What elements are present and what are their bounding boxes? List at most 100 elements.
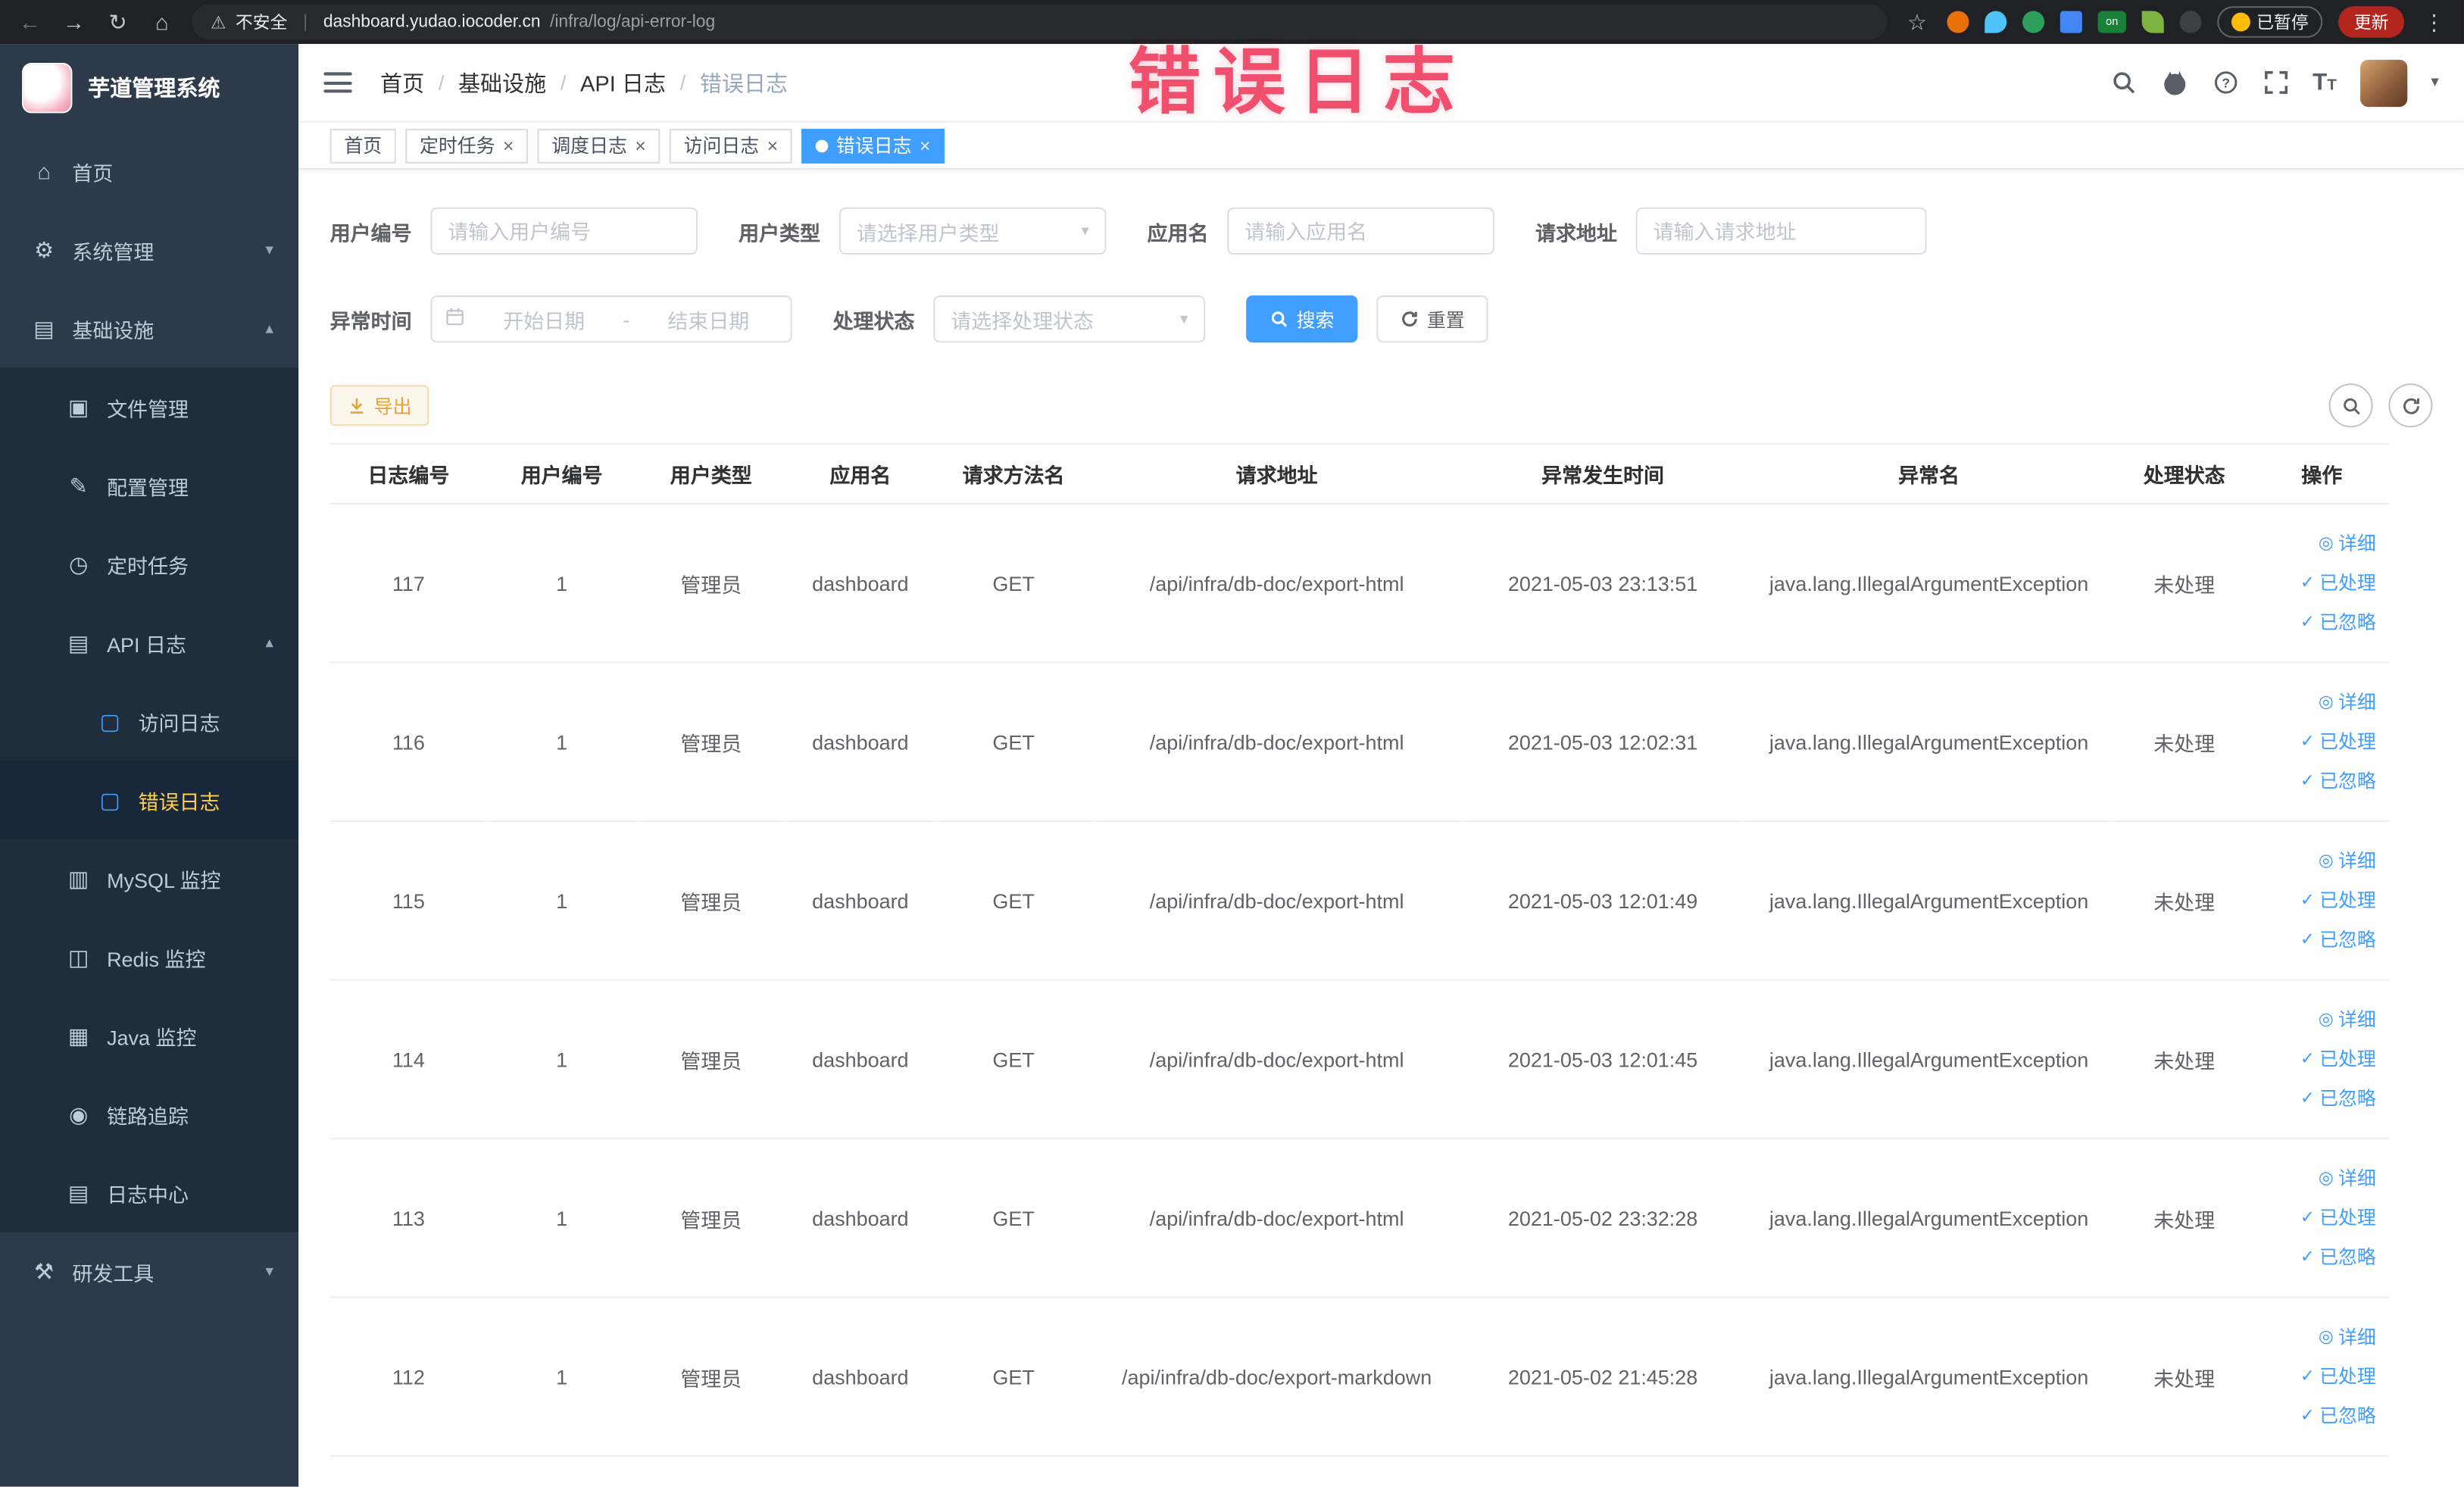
export-button[interactable]: 导出 xyxy=(329,385,429,426)
cell-exception: java.lang.IllegalArgumentException xyxy=(1744,662,2114,823)
cell-status: 未处理 xyxy=(2113,820,2256,981)
cell-time: 2021-05-03 23:13:51 xyxy=(1461,503,1744,664)
tab-0[interactable]: 首页 xyxy=(329,128,396,163)
close-icon[interactable]: × xyxy=(920,136,931,155)
address-bar[interactable]: ⚠ 不安全 | dashboard.yudao.iocoder.cn/infra… xyxy=(192,5,1888,39)
sidebar-item-1[interactable]: ⚙ 系统管理 ▾ xyxy=(0,211,298,289)
action-processed-link[interactable]: ✓ 已处理 xyxy=(2261,1198,2376,1238)
back-icon[interactable]: ← xyxy=(16,9,44,34)
help-icon[interactable]: ? xyxy=(2212,69,2238,95)
close-icon[interactable]: × xyxy=(503,136,514,155)
action-processed-link[interactable]: ✓ 已处理 xyxy=(2261,881,2376,920)
sidebar-item-10[interactable]: ◫ Redis 监控 xyxy=(0,917,299,997)
breadcrumb-separator: / xyxy=(438,70,445,95)
action-detail-link[interactable]: ◎ 详细 xyxy=(2261,524,2376,564)
sidebar-item-3[interactable]: ▣ 文件管理 xyxy=(0,367,299,447)
action-detail-link[interactable]: ◎ 详细 xyxy=(2261,1318,2376,1357)
sidebar-item-6[interactable]: ▤ API 日志 ▴ xyxy=(0,603,299,683)
chrome-menu-icon[interactable]: ⋮ xyxy=(2420,8,2448,35)
action-processed-link[interactable]: ✓ 已处理 xyxy=(2261,722,2376,761)
cell-status: 未处理 xyxy=(2113,662,2256,823)
process-status-select[interactable]: 请选择处理状态 ▾ xyxy=(933,295,1206,343)
extension-icon-paw[interactable] xyxy=(2179,11,2202,33)
extension-icon-orange[interactable] xyxy=(1947,11,1969,33)
home-icon[interactable]: ⌂ xyxy=(148,9,176,34)
tab-4[interactable]: 错误日志 × xyxy=(801,128,945,163)
sidebar-item-12[interactable]: ◉ 链路追踪 xyxy=(0,1075,299,1154)
hamburger-icon[interactable] xyxy=(323,72,352,93)
forward-icon[interactable]: → xyxy=(60,9,88,34)
refresh-button[interactable] xyxy=(2388,383,2433,428)
reload-icon[interactable]: ↻ xyxy=(104,8,132,35)
breadcrumb-item[interactable]: 基础设施 xyxy=(458,67,546,98)
bookmark-star-icon[interactable]: ☆ xyxy=(1903,8,1931,35)
doc-icon: ▢ xyxy=(99,786,120,812)
action-ignored-link[interactable]: ✓ 已忽略 xyxy=(2261,761,2376,801)
font-size-icon[interactable]: TT xyxy=(2313,69,2337,95)
extension-icon-leaf[interactable] xyxy=(2141,11,2164,33)
sidebar-item-label: 定时任务 xyxy=(107,554,189,578)
sidebar-item-9[interactable]: ▥ MySQL 监控 xyxy=(0,839,299,918)
cell-url: /api/infra/db-doc/export-html xyxy=(1091,979,1462,1140)
action-processed-link[interactable]: ✓ 已处理 xyxy=(2261,1357,2376,1396)
action-detail-link[interactable]: ◎ 详细 xyxy=(2261,1159,2376,1198)
close-icon[interactable]: × xyxy=(767,136,779,155)
exception-time-range-picker[interactable]: 开始日期 - 结束日期 xyxy=(430,295,792,343)
sidebar-item-14[interactable]: ⚒ 研发工具 ▾ xyxy=(0,1232,298,1310)
breadcrumb-item[interactable]: 首页 xyxy=(380,67,424,98)
tab-1[interactable]: 定时任务 × xyxy=(405,128,529,163)
monkey-emoji-icon xyxy=(2231,12,2250,32)
reset-button[interactable]: 重置 xyxy=(1376,295,1488,343)
action-detail-link[interactable]: ◎ 详细 xyxy=(2261,1000,2376,1039)
action-ignored-link[interactable]: ✓ 已忽略 xyxy=(2261,1238,2376,1277)
paused-extension-badge[interactable]: 已暂停 xyxy=(2217,6,2323,38)
tab-3[interactable]: 访问日志 × xyxy=(669,128,792,163)
cell-user_type: 管理员 xyxy=(636,820,786,981)
sidebar-item-0[interactable]: ⌂ 首页 xyxy=(0,132,298,211)
toggle-search-button[interactable] xyxy=(2328,383,2373,428)
extension-icon-grid[interactable] xyxy=(2060,11,2082,33)
chevron-up-icon: ▴ xyxy=(265,634,273,651)
sidebar-item-2[interactable]: ▤ 基础设施 ▴ xyxy=(0,289,298,368)
extension-icon-green[interactable] xyxy=(2022,11,2045,33)
request-url-input[interactable] xyxy=(1635,207,1927,255)
sidebar-item-11[interactable]: ▦ Java 监控 xyxy=(0,996,299,1076)
search-button[interactable]: 搜索 xyxy=(1246,295,1358,343)
avatar[interactable] xyxy=(2359,58,2408,107)
action-detail-link[interactable]: ◎ 详细 xyxy=(2261,842,2376,881)
logo-row[interactable]: 芋道管理系统 xyxy=(0,44,298,132)
close-icon[interactable]: × xyxy=(635,136,646,155)
action-ignored-link[interactable]: ✓ 已忽略 xyxy=(2261,603,2376,642)
check-icon: ✓ xyxy=(2300,1048,2315,1068)
github-icon[interactable] xyxy=(2160,68,2188,96)
sidebar-item-8[interactable]: ▢ 错误日志 xyxy=(0,761,299,839)
home-icon: ⌂ xyxy=(37,158,51,184)
action-processed-link[interactable]: ✓ 已处理 xyxy=(2261,1039,2376,1079)
chevron-down-icon[interactable]: ▾ xyxy=(2431,74,2438,92)
browser-toolbar: ← → ↻ ⌂ ⚠ 不安全 | dashboard.yudao.iocoder.… xyxy=(0,0,2464,45)
chrome-update-button[interactable]: 更新 xyxy=(2338,6,2405,38)
sidebar-item-5[interactable]: ◷ 定时任务 xyxy=(0,524,299,604)
breadcrumb-item[interactable]: API 日志 xyxy=(580,67,666,98)
action-ignored-link[interactable]: ✓ 已忽略 xyxy=(2261,920,2376,960)
sidebar-item-4[interactable]: ✎ 配置管理 xyxy=(0,446,299,525)
search-icon[interactable] xyxy=(2110,69,2137,95)
sidebar-item-13[interactable]: ▤ 日志中心 xyxy=(0,1153,299,1232)
user-id-input[interactable] xyxy=(430,207,698,255)
cell-time: 2021-05-02 23:32:28 xyxy=(1461,1139,1744,1298)
action-label: 详细 xyxy=(2338,849,2376,872)
action-processed-link[interactable]: ✓ 已处理 xyxy=(2261,564,2376,603)
action-ignored-link[interactable]: ✓ 已忽略 xyxy=(2261,1396,2376,1435)
action-label: 已处理 xyxy=(2319,889,2376,911)
tab-2[interactable]: 调度日志 × xyxy=(537,128,661,163)
app-name-input[interactable] xyxy=(1227,207,1495,255)
app: 芋道管理系统 ⌂ 首页 ⚙ 系统管理 ▾ ▤ 基础设施 ▴ ▣ 文件管理 ✎ 配置管理 ◷ 定时任务 ▤ AP… xyxy=(0,44,2464,1487)
extension-icon-blue-drop[interactable] xyxy=(1985,11,2007,33)
fullscreen-icon[interactable] xyxy=(2263,69,2289,95)
action-ignored-link[interactable]: ✓ 已忽略 xyxy=(2261,1079,2376,1118)
extension-icon-on-badge[interactable]: on xyxy=(2097,11,2126,33)
sidebar-item-7[interactable]: ▢ 访问日志 xyxy=(0,682,299,761)
action-detail-link[interactable]: ◎ 详细 xyxy=(2261,683,2376,722)
user-type-select[interactable]: 请选择用户类型 ▾ xyxy=(839,207,1107,255)
sidebar-item-label: 首页 xyxy=(72,161,114,185)
